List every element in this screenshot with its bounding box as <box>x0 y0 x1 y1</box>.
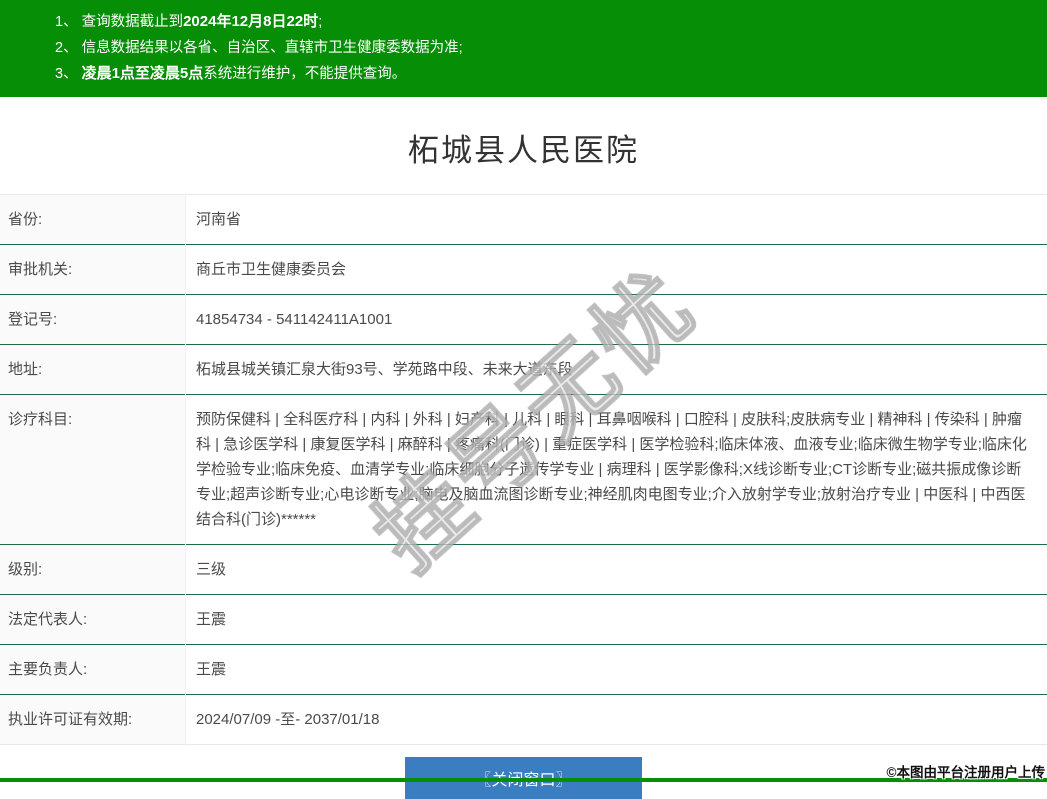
row-label: 地址: <box>0 345 186 395</box>
table-row-province: 省份: 河南省 <box>0 195 1047 245</box>
row-value: 三级 <box>186 545 1047 595</box>
notice-1-text: 1、 查询数据截止到 <box>55 14 183 30</box>
upload-credit-text: ©本图由平台注册用户上传 <box>887 761 1045 781</box>
notice-3-bold: 凌晨1点至凌晨5点 <box>82 65 204 82</box>
row-value: 河南省 <box>186 195 1047 245</box>
row-value: 41854734 - 541142411A1001 <box>186 295 1047 345</box>
row-value: 王震 <box>186 595 1047 645</box>
notice-1-bold: 2024年12月8日22时 <box>183 13 318 30</box>
table-row-medical-departments: 诊疗科目: 预防保健科 | 全科医疗科 | 内科 | 外科 | 妇产科 | 儿科… <box>0 395 1047 545</box>
row-value: 商丘市卫生健康委员会 <box>186 245 1047 295</box>
page-title: 柘城县人民医院 <box>0 97 1047 194</box>
row-label: 登记号: <box>0 295 186 345</box>
hospital-info-table: 省份: 河南省 审批机关: 商丘市卫生健康委员会 登记号: 41854734 -… <box>0 194 1047 745</box>
notice-2-text: 2、 信息数据结果以各省、自治区、直辖市卫生健康委数据为准; <box>55 40 463 56</box>
row-value: 王震 <box>186 645 1047 695</box>
notice-line-1: 1、 查询数据截止到2024年12月8日22时; <box>55 9 1027 35</box>
notice-3-text: 3、 <box>55 66 82 82</box>
notice-bar: 1、 查询数据截止到2024年12月8日22时; 2、 信息数据结果以各省、自治… <box>0 0 1047 97</box>
table-row-level: 级别: 三级 <box>0 545 1047 595</box>
table-row-address: 地址: 柘城县城关镇汇泉大街93号、学苑路中段、未来大道东段 <box>0 345 1047 395</box>
row-label: 级别: <box>0 545 186 595</box>
row-label: 省份: <box>0 195 186 245</box>
notice-3-suffix: 系统进行维护，不能提供查询。 <box>203 66 406 82</box>
table-row-license-validity: 执业许可证有效期: 2024/07/09 -至- 2037/01/18 <box>0 695 1047 745</box>
notice-line-3: 3、 凌晨1点至凌晨5点系统进行维护，不能提供查询。 <box>55 61 1027 87</box>
row-label: 主要负责人: <box>0 645 186 695</box>
table-row-person-in-charge: 主要负责人: 王震 <box>0 645 1047 695</box>
table-row-registration-number: 登记号: 41854734 - 541142411A1001 <box>0 295 1047 345</box>
table-row-legal-representative: 法定代表人: 王震 <box>0 595 1047 645</box>
notice-line-2: 2、 信息数据结果以各省、自治区、直辖市卫生健康委数据为准; <box>55 35 1027 61</box>
notice-1-suffix: ; <box>318 14 322 30</box>
row-value: 预防保健科 | 全科医疗科 | 内科 | 外科 | 妇产科 | 儿科 | 眼科 … <box>186 395 1047 545</box>
row-value: 2024/07/09 -至- 2037/01/18 <box>186 695 1047 745</box>
table-row-approval-authority: 审批机关: 商丘市卫生健康委员会 <box>0 245 1047 295</box>
row-label: 审批机关: <box>0 245 186 295</box>
row-label: 诊疗科目: <box>0 395 186 545</box>
row-label: 法定代表人: <box>0 595 186 645</box>
row-label: 执业许可证有效期: <box>0 695 186 745</box>
row-value: 柘城县城关镇汇泉大街93号、学苑路中段、未来大道东段 <box>186 345 1047 395</box>
